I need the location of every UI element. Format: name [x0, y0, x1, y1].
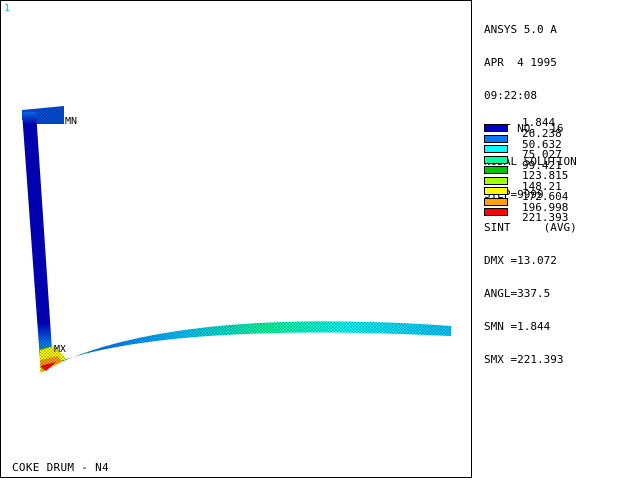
legend-swatch — [484, 176, 508, 185]
legend-swatch — [484, 155, 508, 164]
legend-swatch — [484, 208, 508, 216]
legend-swatch — [484, 124, 508, 132]
legend-value: 221.393 — [522, 211, 569, 224]
legend-swatch — [484, 134, 508, 143]
legend-swatch — [484, 145, 508, 153]
info-line: DMX =13.072 — [484, 254, 557, 267]
info-line: ANGL=337.5 — [484, 287, 551, 300]
contour-plot: MN MX — [22, 106, 451, 373]
info-line: 09:22:08 — [484, 89, 537, 102]
legend-swatch — [484, 187, 508, 195]
info-line: SMN =1.844 — [484, 320, 551, 333]
vertical-wall — [22, 112, 52, 360]
info-line: APR 4 1995 — [484, 56, 557, 69]
plot-caption: COKE DRUM - N4 — [12, 461, 109, 474]
curved-shell — [40, 321, 451, 372]
legend-swatch — [484, 166, 508, 174]
min-label: MN — [65, 116, 77, 127]
max-label: MX — [54, 344, 66, 355]
legend-swatch — [484, 197, 508, 206]
info-line: SMX =221.393 — [484, 353, 564, 366]
info-line: ANSYS 5.0 A — [484, 23, 557, 36]
